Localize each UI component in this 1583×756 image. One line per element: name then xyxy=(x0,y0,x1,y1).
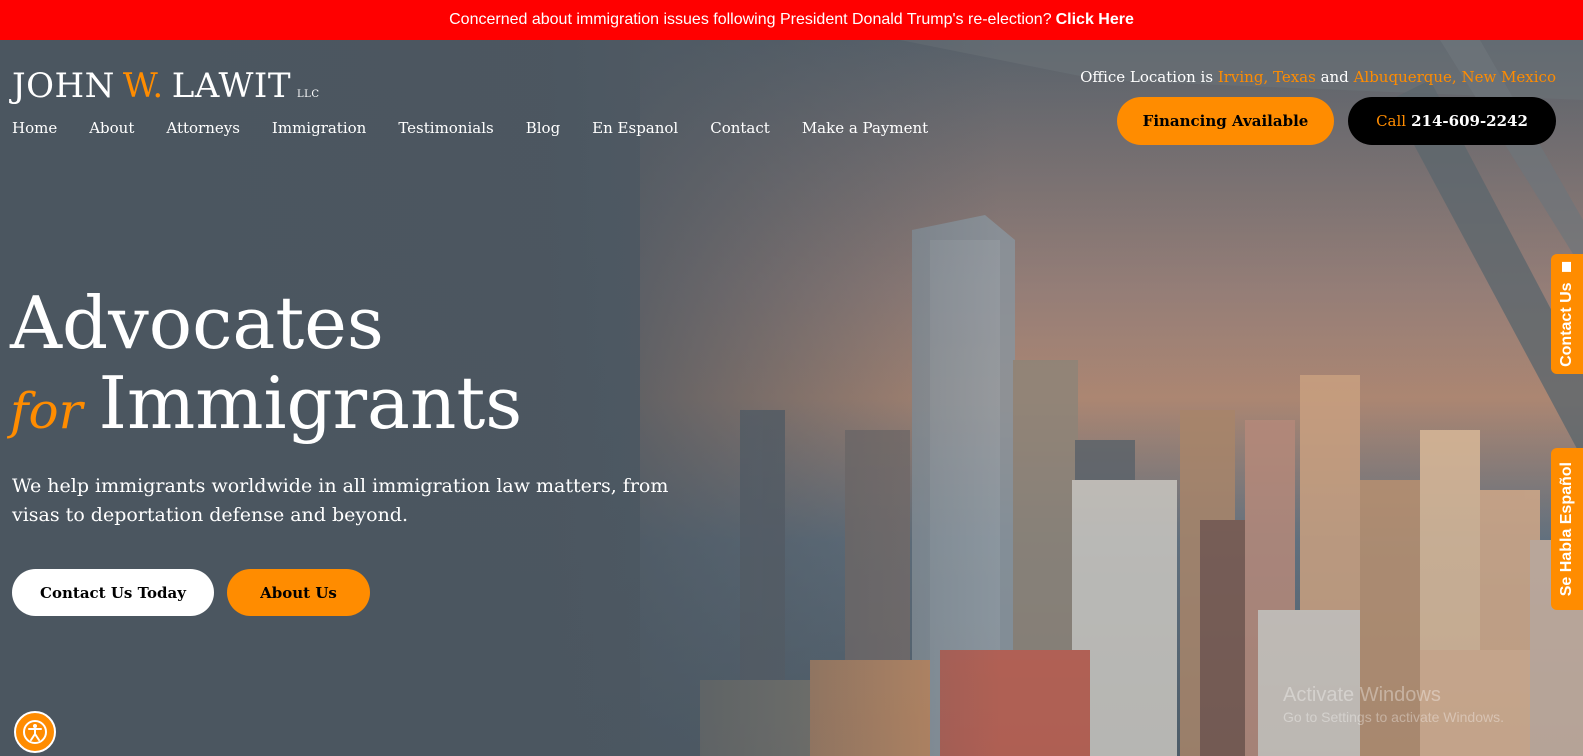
nav-item-attorneys[interactable]: Attorneys xyxy=(166,119,240,137)
contact-tab-label: Contact Us xyxy=(1558,282,1575,367)
logo-first-name: JOHN xyxy=(12,66,115,106)
call-number: 214-609-2242 xyxy=(1411,112,1528,130)
financing-button[interactable]: Financing Available xyxy=(1117,97,1334,145)
logo-middle-initial: W. xyxy=(122,66,164,106)
announcement-bar: Concerned about immigration issues follo… xyxy=(0,0,1583,40)
office-and: and xyxy=(1320,68,1349,86)
main-navigation: Home About Attorneys Immigration Testimo… xyxy=(12,119,960,137)
hero-title-line1: Advocates xyxy=(10,281,384,365)
espanol-tab-label: Se Habla Español xyxy=(1558,461,1575,597)
announcement-text: Concerned about immigration issues follo… xyxy=(449,11,1052,28)
watermark-line1: Activate Windows xyxy=(1283,684,1441,706)
hero-title-for: for xyxy=(10,382,83,440)
contact-us-today-button[interactable]: Contact Us Today xyxy=(12,569,214,616)
nav-item-immigration[interactable]: Immigration xyxy=(272,119,366,137)
office-locations: Office Location is Irving, Texas and Alb… xyxy=(1080,68,1556,86)
accessibility-button[interactable] xyxy=(14,711,56,753)
se-habla-espanol-side-tab[interactable]: Se Habla Español xyxy=(1551,448,1583,610)
hero-lead-text: We help immigrants worldwide in all immi… xyxy=(12,475,669,526)
office-location-albuquerque[interactable]: Albuquerque, New Mexico xyxy=(1354,68,1556,86)
hero-title-immigrants: Immigrants xyxy=(98,361,523,445)
watermark-line2: Go to Settings to activate Windows. xyxy=(1283,709,1504,725)
office-location-irving[interactable]: Irving, Texas xyxy=(1218,68,1316,86)
office-prefix: Office Location is xyxy=(1080,68,1214,86)
about-us-button[interactable]: About Us xyxy=(227,569,370,616)
call-button[interactable]: Call 214-609-2242 xyxy=(1348,97,1556,145)
nav-item-make-payment[interactable]: Make a Payment xyxy=(802,119,928,137)
logo-last-name: LAWIT xyxy=(171,66,292,106)
contact-us-side-tab[interactable]: Contact Us xyxy=(1551,254,1583,374)
hero-title-line2: for Immigrants xyxy=(10,363,522,451)
nav-item-testimonials[interactable]: Testimonials xyxy=(398,119,493,137)
nav-item-home[interactable]: Home xyxy=(12,119,57,137)
nav-item-en-espanol[interactable]: En Espanol xyxy=(592,119,678,137)
accessibility-icon xyxy=(23,720,47,744)
announcement-cta-link[interactable]: Click Here xyxy=(1056,11,1134,29)
nav-item-contact[interactable]: Contact xyxy=(710,119,770,137)
logo-suffix: LLC xyxy=(297,89,320,100)
nav-item-about[interactable]: About xyxy=(89,119,134,137)
windows-activation-watermark: Activate Windows Go to Settings to activ… xyxy=(1283,684,1504,725)
site-logo[interactable]: JOHN W. LAWIT LLC xyxy=(12,66,319,106)
call-label: Call xyxy=(1376,112,1407,130)
nav-item-blog[interactable]: Blog xyxy=(526,119,560,137)
envelope-icon xyxy=(1562,261,1572,272)
